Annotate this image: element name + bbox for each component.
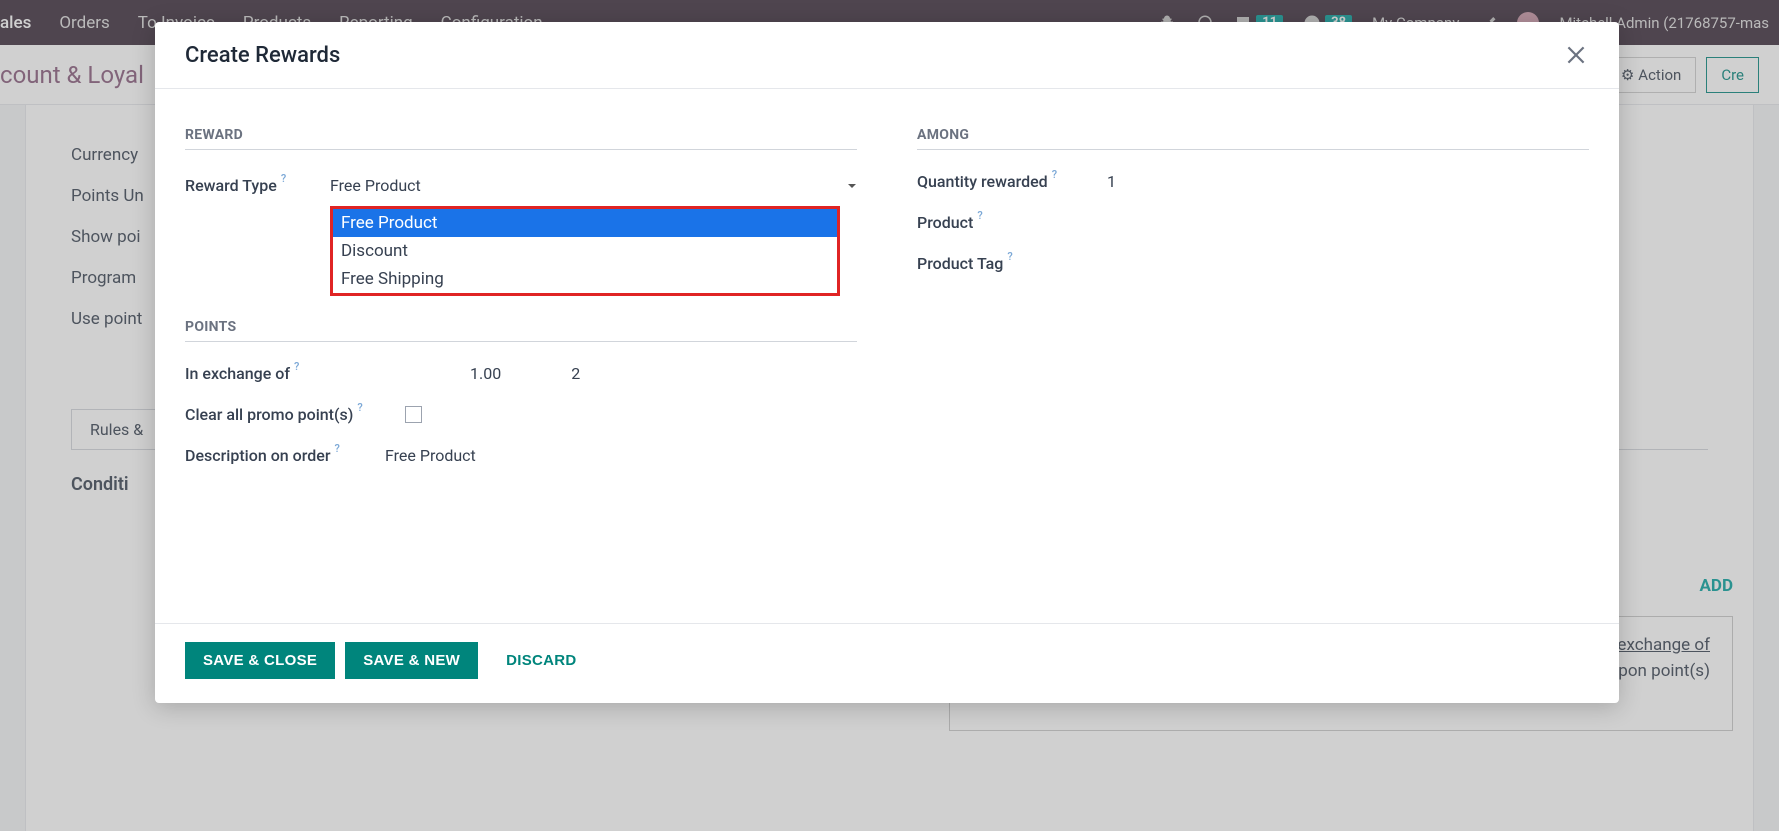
field-in-exchange: In exchange of? 1.00 2	[185, 364, 857, 383]
save-close-button[interactable]: SAVE & CLOSE	[185, 642, 335, 679]
modal-header: Create Rewards	[155, 22, 1619, 89]
reward-type-label: Reward Type?	[185, 176, 330, 195]
help-icon[interactable]: ?	[357, 401, 362, 414]
field-clear-points: Clear all promo point(s)?	[185, 405, 857, 424]
option-discount[interactable]: Discount	[333, 237, 837, 265]
modal-body: REWARD Reward Type? Free Product Free Pr…	[155, 89, 1619, 623]
close-icon[interactable]	[1563, 42, 1589, 68]
help-icon[interactable]: ?	[1007, 250, 1012, 263]
option-free-product[interactable]: Free Product	[333, 209, 837, 237]
clear-points-label: Clear all promo point(s)?	[185, 405, 405, 424]
help-icon[interactable]: ?	[1052, 168, 1057, 181]
option-free-shipping[interactable]: Free Shipping	[333, 265, 837, 293]
field-reward-type: Reward Type? Free Product Free Product D…	[185, 172, 857, 199]
modal-title: Create Rewards	[185, 43, 340, 68]
in-exchange-label: In exchange of?	[185, 364, 330, 383]
section-among: AMONG	[917, 127, 1589, 150]
qty-rewarded-value[interactable]: 1	[1107, 172, 1116, 191]
reward-type-select[interactable]: Free Product	[330, 172, 857, 199]
clear-points-checkbox[interactable]	[405, 406, 422, 423]
section-reward: REWARD	[185, 127, 857, 150]
left-column: REWARD Reward Type? Free Product Free Pr…	[185, 127, 857, 613]
help-icon[interactable]: ?	[294, 360, 299, 373]
section-points: POINTS	[185, 319, 857, 342]
create-rewards-modal: Create Rewards REWARD Reward Type? Free …	[155, 22, 1619, 703]
field-description-order: Description on order? Free Product	[185, 446, 857, 465]
right-column: AMONG Quantity rewarded? 1 Product? Prod…	[917, 127, 1589, 613]
help-icon[interactable]: ?	[334, 442, 339, 455]
field-product: Product?	[917, 213, 1589, 232]
field-qty-rewarded: Quantity rewarded? 1	[917, 172, 1589, 191]
reward-type-value: Free Product	[330, 176, 421, 195]
exchange-value-2[interactable]: 2	[571, 364, 580, 383]
discard-button[interactable]: DISCARD	[488, 642, 594, 679]
chevron-down-icon	[847, 181, 857, 191]
help-icon[interactable]: ?	[977, 209, 982, 222]
product-tag-label: Product Tag?	[917, 254, 1107, 273]
reward-type-dropdown: Free Product Discount Free Shipping	[330, 206, 840, 296]
description-order-label: Description on order?	[185, 446, 385, 465]
qty-rewarded-label: Quantity rewarded?	[917, 172, 1107, 191]
product-label: Product?	[917, 213, 1107, 232]
modal-footer: SAVE & CLOSE SAVE & NEW DISCARD	[155, 623, 1619, 703]
exchange-value-1[interactable]: 1.00	[470, 364, 501, 383]
help-icon[interactable]: ?	[281, 172, 286, 185]
save-new-button[interactable]: SAVE & NEW	[345, 642, 478, 679]
field-product-tag: Product Tag?	[917, 254, 1589, 273]
description-order-value[interactable]: Free Product	[385, 446, 476, 465]
